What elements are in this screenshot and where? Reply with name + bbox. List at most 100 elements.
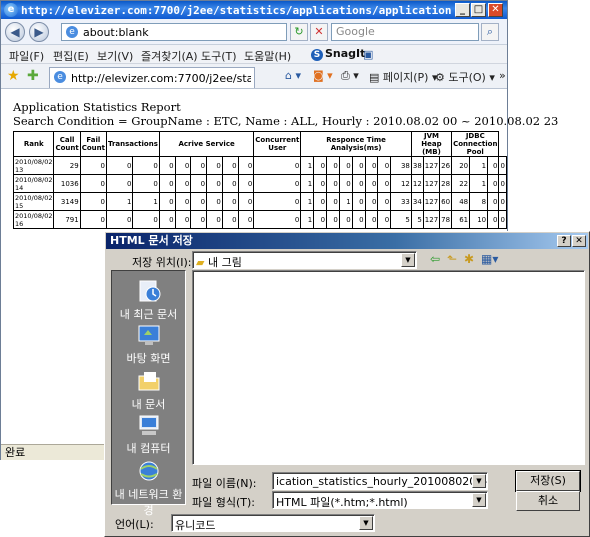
chevron-down-icon[interactable]: ▼	[472, 493, 486, 507]
location-label: 저장 위치(I):	[132, 256, 192, 269]
menu-favorites[interactable]: 즐겨찾기(A)	[141, 48, 198, 64]
table-cell: 0	[498, 192, 507, 211]
address-field[interactable]: e about:blank	[61, 23, 287, 41]
browser-titlebar[interactable]: e http://elevizer.com:7700/j2ee/statisti…	[1, 1, 507, 19]
save-button[interactable]: 저장(S)	[515, 470, 581, 492]
table-cell: 0	[326, 210, 340, 229]
table-cell: 0	[377, 210, 392, 229]
chevron-down-icon[interactable]: ▼	[472, 474, 486, 488]
table-cell: 0	[487, 156, 500, 175]
table-cell: 0	[221, 210, 239, 229]
chevron-down-icon[interactable]: ▼	[359, 516, 373, 530]
filetype-label: 파일 형식(T):	[192, 496, 255, 509]
header-fail-count: Fail Count	[79, 131, 107, 157]
recent-documents-icon	[136, 279, 162, 303]
table-cell: 0	[326, 174, 340, 193]
table-cell-rank: 2010/08/02 16	[12, 210, 55, 229]
header-call-count: Call Count	[53, 131, 81, 157]
new-folder-icon[interactable]: ✱	[464, 252, 474, 266]
table-header-row: Rank Call Count Fail Count Transactions …	[12, 131, 507, 157]
table-cell: 0	[253, 210, 302, 229]
search-input[interactable]: Google	[331, 23, 479, 41]
table-cell: 0	[364, 192, 379, 211]
table-cell: 791	[53, 210, 81, 229]
filename-input[interactable]: ication_statistics_hourly_2010080200-201…	[272, 472, 488, 490]
browser-tab[interactable]: e http://elevizer.com:7700/j2ee/statisti…	[49, 67, 255, 88]
header-rank: Rank	[12, 131, 55, 157]
help-button[interactable]: ?	[557, 235, 571, 247]
close-button[interactable]: ✕	[488, 3, 503, 17]
statistics-table: Rank Call Count Fail Count Transactions …	[12, 131, 507, 229]
search-condition: Search Condition = GroupName : ETC, Name…	[13, 114, 559, 128]
table-cell: 0	[79, 156, 107, 175]
home-icon[interactable]: ⌂ ▾	[285, 69, 301, 82]
menu-help[interactable]: 도움말(H)	[244, 48, 291, 64]
place-my-documents[interactable]: 내 문서	[112, 369, 185, 412]
back-arrow-icon[interactable]: ⇦	[430, 252, 440, 266]
header-transactions: Transactions	[105, 131, 160, 157]
table-cell: 5	[410, 210, 424, 229]
place-recent[interactable]: 내 최근 문서	[112, 279, 185, 322]
forward-button[interactable]: ▶	[29, 22, 49, 42]
chevron-down-icon[interactable]: ▼	[401, 253, 415, 267]
table-cell: 22	[451, 174, 471, 193]
table-cell: 0	[377, 192, 392, 211]
browser-title: http://elevizer.com:7700/j2ee/statistics…	[21, 4, 451, 17]
filetype-select[interactable]: HTML 파일(*.htm;*.html) ▼	[272, 491, 488, 509]
language-select[interactable]: 유니코드 ▼	[171, 514, 375, 532]
add-favorites-icon[interactable]: ✚	[27, 68, 39, 84]
minimize-button[interactable]: _	[455, 3, 470, 17]
menu-file[interactable]: 파일(F)	[9, 48, 44, 64]
menu-edit[interactable]: 편집(E)	[53, 48, 89, 64]
table-cell: 0	[326, 192, 340, 211]
table-cell: 78	[439, 210, 453, 229]
snagit-window-icon[interactable]: ▣	[363, 48, 373, 61]
table-cell: 38	[410, 156, 424, 175]
more-tools-icon[interactable]: »	[499, 69, 506, 82]
file-list[interactable]	[192, 270, 585, 465]
place-my-computer[interactable]: 내 컴퓨터	[112, 413, 185, 456]
menu-view[interactable]: 보기(V)	[97, 48, 133, 64]
tab-page-icon: e	[54, 71, 66, 83]
snagit-button[interactable]: S SnagIt	[311, 47, 365, 61]
table-cell: 61	[451, 210, 471, 229]
table-cell: 0	[190, 210, 208, 229]
table-cell: 0	[174, 192, 192, 211]
dialog-close-button[interactable]: ✕	[572, 235, 586, 247]
table-cell-rank: 2010/08/02 15	[12, 192, 55, 211]
up-folder-icon[interactable]: ⬑	[447, 252, 457, 266]
my-computer-icon	[136, 413, 162, 437]
snagit-icon: S	[311, 49, 323, 61]
back-button[interactable]: ◀	[5, 22, 25, 42]
favorites-star-icon[interactable]: ★	[7, 68, 20, 84]
print-icon[interactable]: ⎙ ▾	[341, 69, 359, 83]
table-cell: 1	[469, 156, 489, 175]
place-desktop[interactable]: 바탕 화면	[112, 323, 185, 366]
table-cell: 0	[364, 156, 379, 175]
table-cell: 0	[206, 156, 223, 175]
location-combo[interactable]: ▰ 내 그림 ▼	[192, 251, 417, 269]
table-cell: 0	[221, 192, 239, 211]
feeds-icon[interactable]: ◙ ▾	[313, 69, 333, 82]
table-cell: 0	[237, 192, 255, 211]
table-cell: 0	[253, 174, 302, 193]
table-cell: 12	[410, 174, 424, 193]
menu-tools[interactable]: 도구(T)	[201, 48, 237, 64]
tools-menu[interactable]: ⚙ 도구(O) ▾	[435, 69, 495, 85]
table-cell-rank: 2010/08/02 13	[12, 156, 55, 175]
search-icon[interactable]: ⌕	[481, 23, 499, 41]
table-cell: 127	[422, 192, 441, 211]
table-cell: 0	[498, 156, 507, 175]
refresh-icon[interactable]: ↻	[290, 23, 308, 41]
view-menu-icon[interactable]: ▦▾	[481, 252, 498, 266]
cancel-button[interactable]: 취소	[516, 491, 580, 511]
table-cell: 127	[422, 156, 441, 175]
table-cell: 0	[313, 156, 328, 175]
dialog-titlebar[interactable]: HTML 문서 저장 ? ✕	[106, 233, 588, 249]
table-cell: 0	[377, 156, 392, 175]
page-menu[interactable]: ▤ 페이지(P) ▾	[369, 69, 438, 85]
place-network[interactable]: 내 네트워크 환경	[112, 459, 185, 518]
maximize-button[interactable]: □	[471, 3, 486, 17]
stop-icon[interactable]: ✕	[310, 23, 328, 41]
table-cell: 1	[300, 210, 315, 229]
